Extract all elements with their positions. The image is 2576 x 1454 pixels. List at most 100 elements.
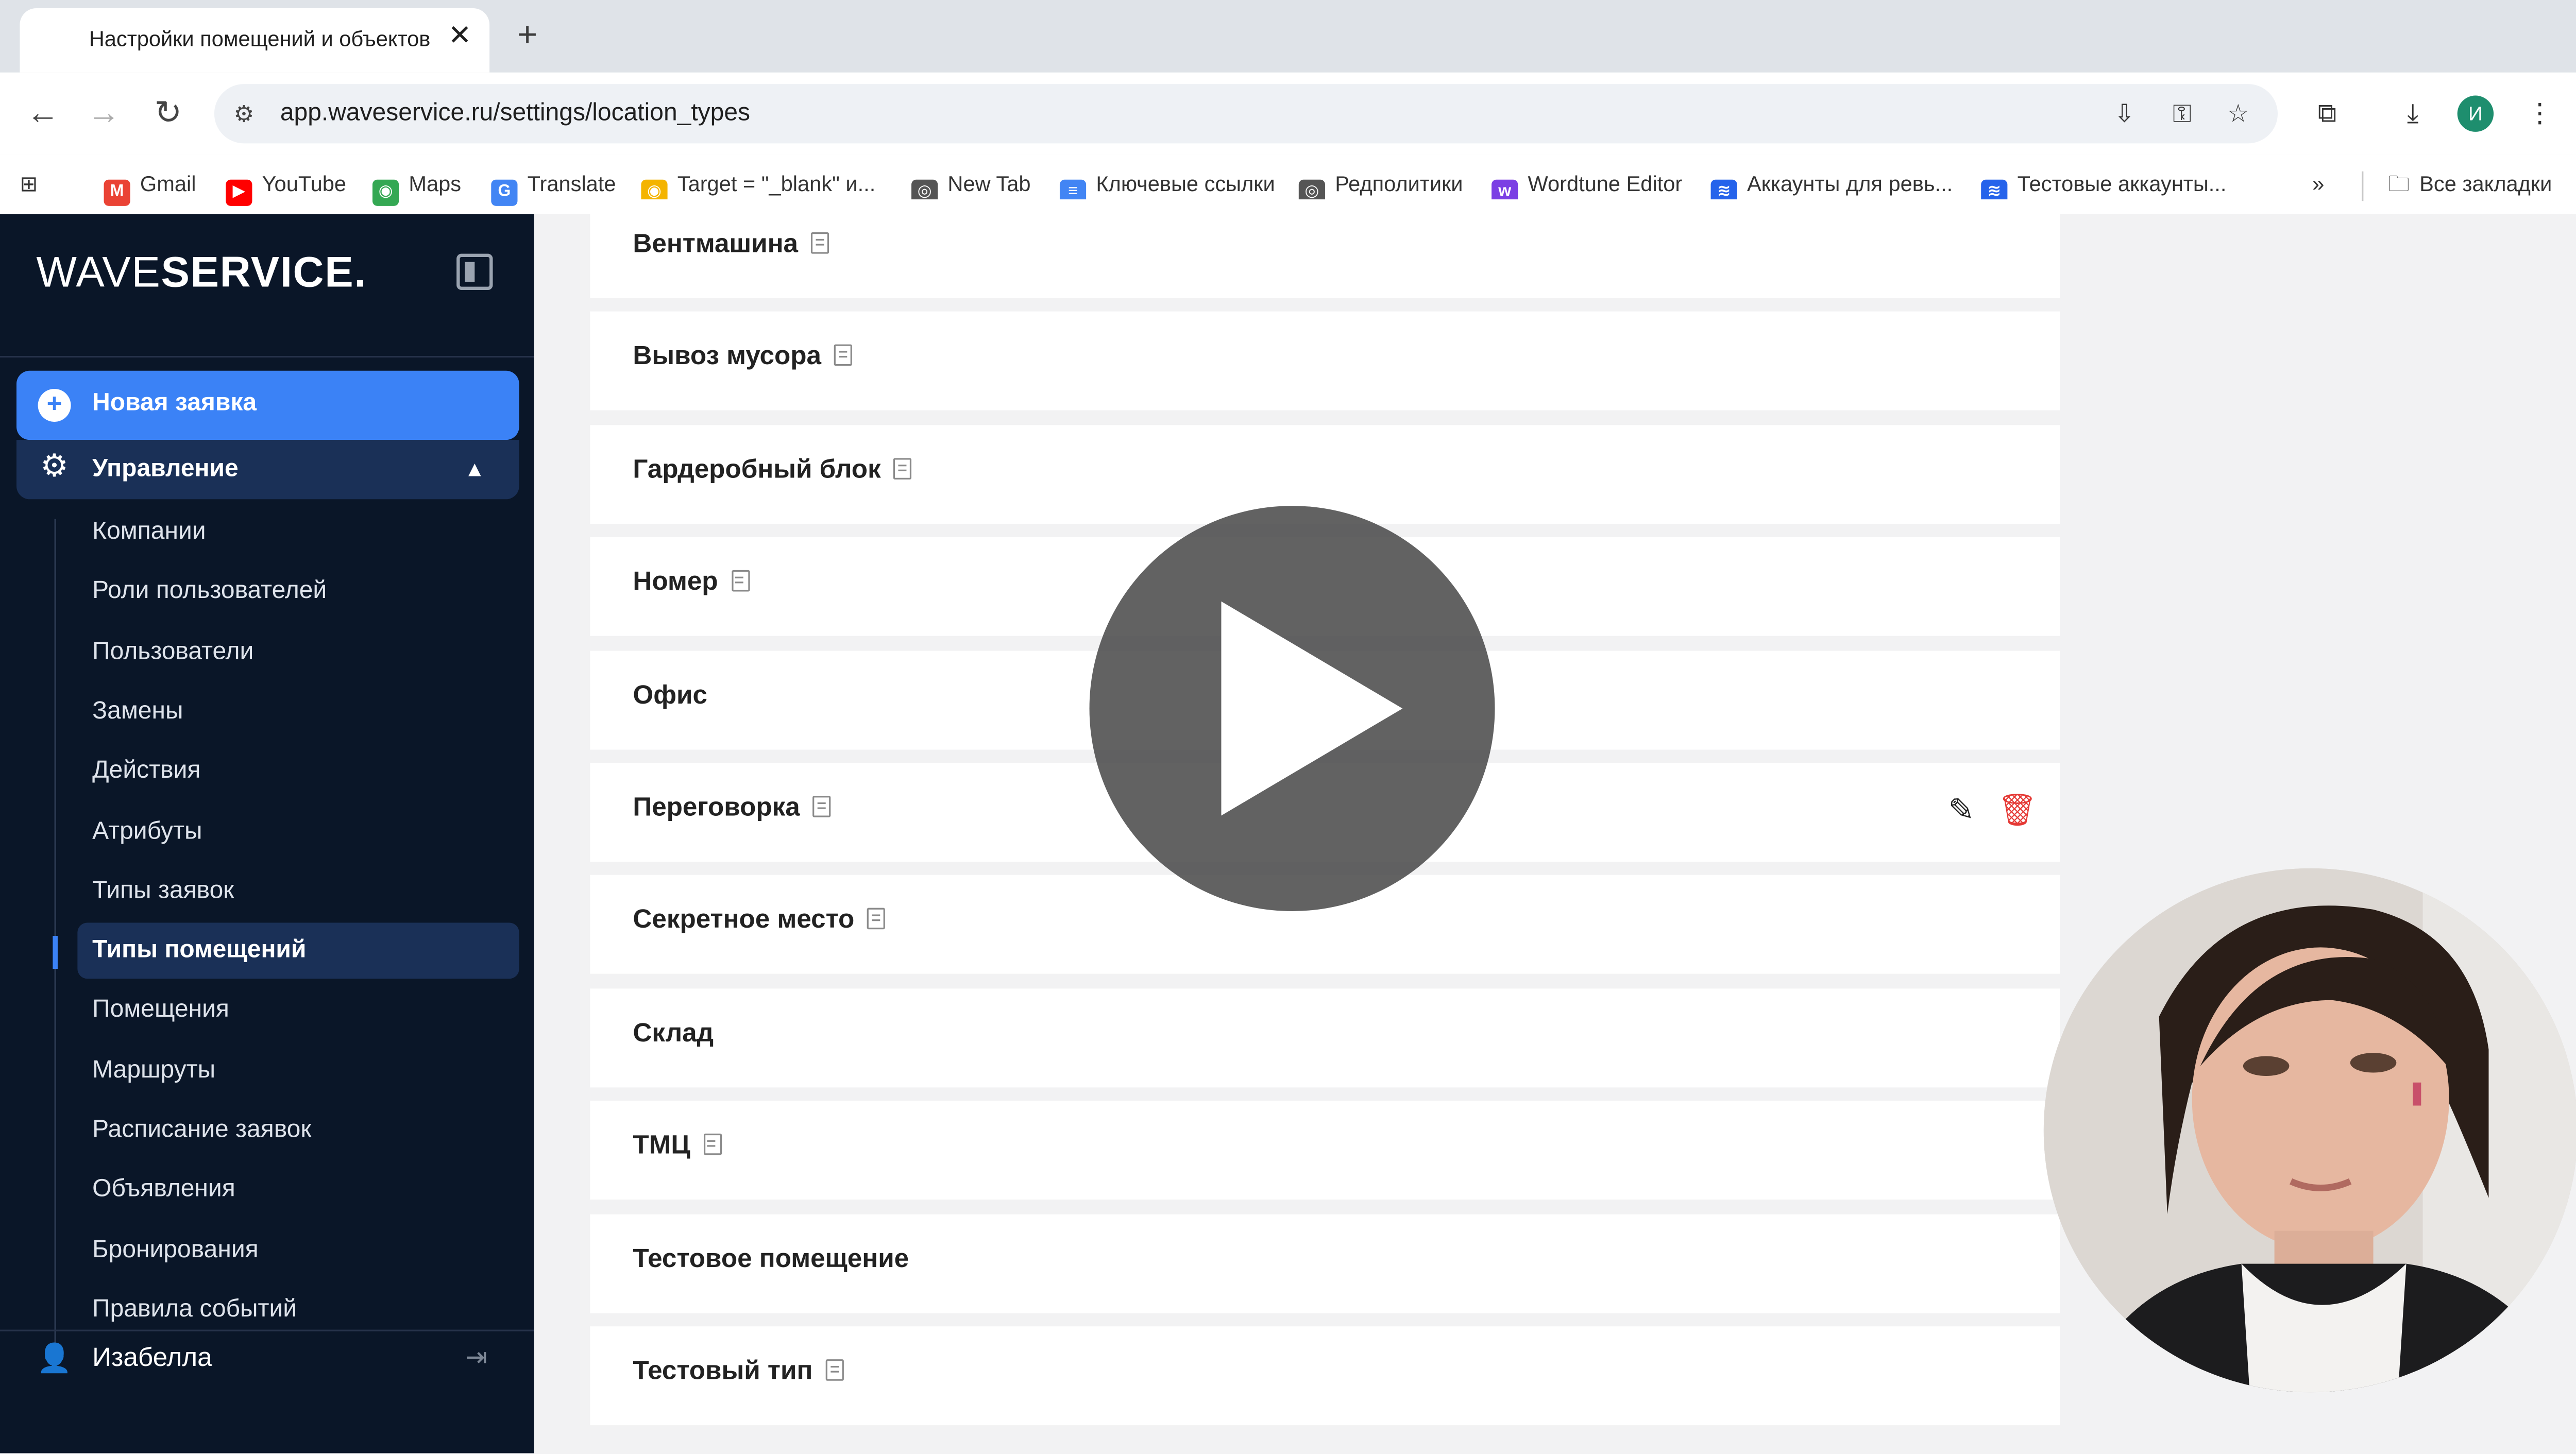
bookmark-label: Ключевые ссылки [1096,171,1275,196]
row-actions: ✎ 🗑 [1925,793,2037,832]
bookmark-item[interactable]: ≡ Ключевые ссылки [1059,165,1275,206]
password-key-icon[interactable]: ⚿ [2164,97,2200,133]
logout-icon[interactable]: ⇥ [458,1341,494,1377]
location-type-name: Склад [633,1020,714,1050]
url-text: app.waveservice.ru/settings/location_typ… [280,98,751,127]
back-icon[interactable]: ← [23,94,63,133]
bookmark-item[interactable]: ≋ Тестовые аккаунты... [1981,165,2226,206]
location-type-row[interactable]: Тестовый тип [590,1326,2060,1426]
description-icon[interactable] [811,232,829,254]
bookmark-item[interactable]: ▶ YouTube [226,165,346,206]
extensions-icon[interactable]: ⧉ [2308,96,2347,135]
close-tab-icon[interactable]: ✕ [444,20,477,53]
sidebar-item-label: Замены [92,696,183,725]
description-icon[interactable] [813,796,832,817]
sidebar-item[interactable]: Типы помещений [77,922,519,979]
description-icon[interactable] [894,457,912,480]
site-settings-icon[interactable]: ⚙ [227,97,260,130]
description-icon[interactable] [731,570,750,592]
bookmark-item[interactable]: w Wordtune Editor [1492,165,1683,206]
apps-grid-icon[interactable]: ⊞ [20,165,38,204]
bookmark-label: New Tab [947,171,1031,196]
description-icon[interactable] [834,345,853,367]
location-type-label: Офис [633,681,707,710]
bookmark-label: Maps [409,171,462,196]
sidebar-item-label: Типы заявок [92,876,234,904]
location-type-name: Гардеробный блок [633,456,912,486]
sidebar-item[interactable]: Действия [77,743,519,799]
sidebar-item-label: Бронирования [92,1235,259,1263]
location-type-row[interactable]: Вывоз мусора [590,312,2060,411]
user-icon: 👤 [37,1343,72,1374]
sidebar-item[interactable]: Маршруты [77,1042,519,1099]
location-type-row[interactable]: Тестовое помещение [590,1213,2060,1313]
new-tab-icon[interactable]: + [507,16,547,56]
location-type-label: Вентмашина [633,230,799,259]
logo-service: SERVICE. [161,247,367,297]
sidebar-item-label: Маршруты [92,1055,216,1084]
bookmark-item[interactable]: ≋ Аккаунты для ревь... [1710,165,1953,206]
bookmark-item[interactable]: ◉ Target = "_blank" и... [641,165,875,206]
sidebar-item[interactable]: Типы заявок [77,863,519,919]
downloads-icon[interactable]: ⤓ [2393,96,2433,135]
location-type-name: Тестовый тип [633,1358,844,1388]
profile-avatar[interactable]: И [2457,95,2494,132]
location-type-label: Тестовое помещение [633,1245,909,1273]
description-icon[interactable] [703,1134,722,1156]
all-bookmarks-label: Все закладки [2419,171,2552,196]
collapse-sidebar-icon[interactable] [456,253,493,290]
logo[interactable]: WAVESERVICE. [36,247,367,298]
logo-wave: WAVE [36,247,161,297]
location-type-name: Переговорка [633,794,832,824]
sidebar-item[interactable]: Компании [77,504,519,560]
sidebar-item[interactable]: Замены [77,683,519,740]
location-type-label: Номер [633,569,718,597]
sidebar-divider [0,355,534,358]
reload-icon[interactable]: ↻ [148,94,188,133]
sidebar-item[interactable]: Объявления [77,1162,519,1218]
bookmark-star-icon[interactable]: ☆ [2220,97,2256,133]
bookmark-item[interactable]: ◎ New Tab [911,165,1031,206]
location-type-name: Секретное место [633,907,886,937]
bookmark-label: Wordtune Editor [1528,171,1683,196]
sidebar-item[interactable]: Бронирования [77,1222,519,1278]
bookmark-item[interactable]: ◎ Редполитики [1298,165,1463,206]
sidebar-item[interactable]: Роли пользователей [77,564,519,620]
bookmark-item[interactable]: G Translate [491,165,616,206]
more-bookmarks-icon[interactable]: » [2312,165,2324,204]
bookmark-label: Gmail [140,171,196,196]
sidebar: WAVESERVICE. + Новая заявка ⚙ Управление… [0,214,534,1453]
video-play-button[interactable] [1089,506,1495,912]
folder-icon: 🗀 [2388,171,2410,196]
address-bar[interactable]: ⚙ app.waveservice.ru/settings/location_t… [214,84,2278,144]
forward-icon[interactable]: → [84,94,124,133]
sidebar-item-label: Роли пользователей [92,577,327,605]
description-icon[interactable] [867,908,886,930]
location-type-row[interactable]: Вентмашина [590,199,2060,299]
location-type-row[interactable]: Склад [590,988,2060,1087]
bookmark-item[interactable]: ◉ Maps [372,165,462,206]
delete-trash-icon[interactable]: 🗑 [1997,793,2037,832]
menu-kebab-icon[interactable]: ⋮ [2520,96,2560,135]
all-bookmarks-button[interactable]: 🗀 Все закладки [2388,165,2552,204]
install-app-icon[interactable]: ⇩ [2106,97,2142,133]
edit-pencil-icon[interactable]: ✎ [1941,793,1981,832]
location-type-name: Офис [633,681,707,711]
sidebar-item[interactable]: Помещения [77,983,519,1039]
translate-icon: G [491,179,518,206]
sidebar-item[interactable]: Атрибуты [77,803,519,860]
description-icon[interactable] [825,1359,844,1381]
new-request-button[interactable]: + Новая заявка [16,370,519,440]
browser-tab[interactable]: Настройки помещений и объектов ✕ [20,8,490,73]
location-type-label: Переговорка [633,794,800,823]
bookmark-label: Аккаунты для ревь... [1747,171,1953,196]
submenu-rail [54,519,56,1343]
location-type-name: Вывоз мусора [633,344,853,373]
sidebar-item[interactable]: Пользователи [77,624,519,680]
location-type-row[interactable]: ТМЦ [590,1101,2060,1200]
bookmark-item[interactable]: M Gmail [104,165,196,206]
management-section[interactable]: ⚙ Управление ▲ [16,440,519,500]
browser-toolbar: ← → ↻ ⚙ app.waveservice.ru/settings/loca… [0,72,2576,155]
sidebar-item[interactable]: Расписание заявок [77,1102,519,1158]
user-profile[interactable]: 👤 Изабелла ⇥ [0,1331,534,1391]
